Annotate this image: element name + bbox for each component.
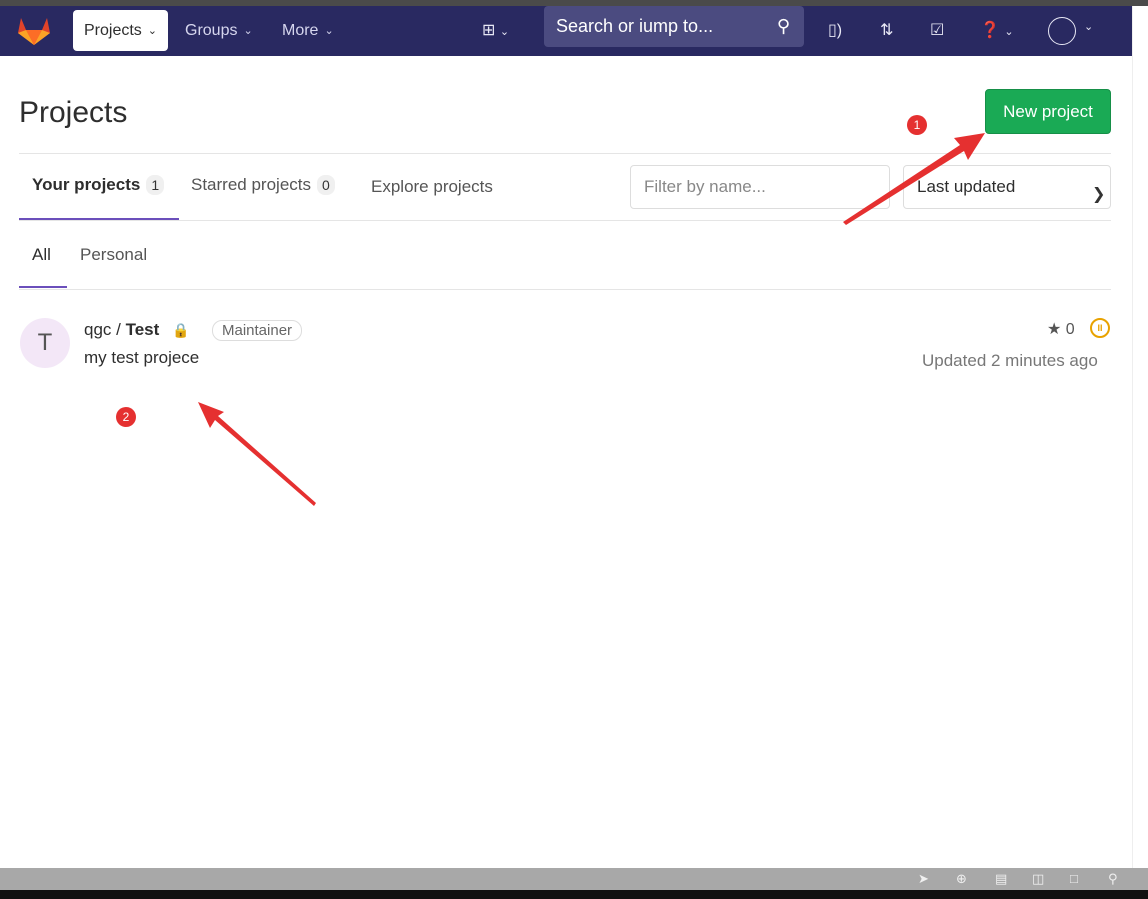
- trash-icon[interactable]: ▤: [995, 871, 1007, 887]
- rocket-icon[interactable]: ➤: [918, 871, 929, 887]
- annotation-marker-2: 2: [116, 407, 136, 427]
- annotation-arrow-2: [198, 402, 316, 506]
- window-icon[interactable]: □: [1070, 871, 1078, 886]
- search-icon[interactable]: ⚲: [1108, 871, 1118, 887]
- annotation-arrows: [198, 133, 985, 506]
- annotation-marker-1: 1: [907, 115, 927, 135]
- annotation-arrow-1: [843, 133, 985, 225]
- taskbar: [0, 868, 1148, 890]
- bottom-edge: [0, 890, 1148, 899]
- target-icon[interactable]: ⊕: [956, 871, 967, 887]
- volume-icon[interactable]: ◫: [1032, 871, 1044, 887]
